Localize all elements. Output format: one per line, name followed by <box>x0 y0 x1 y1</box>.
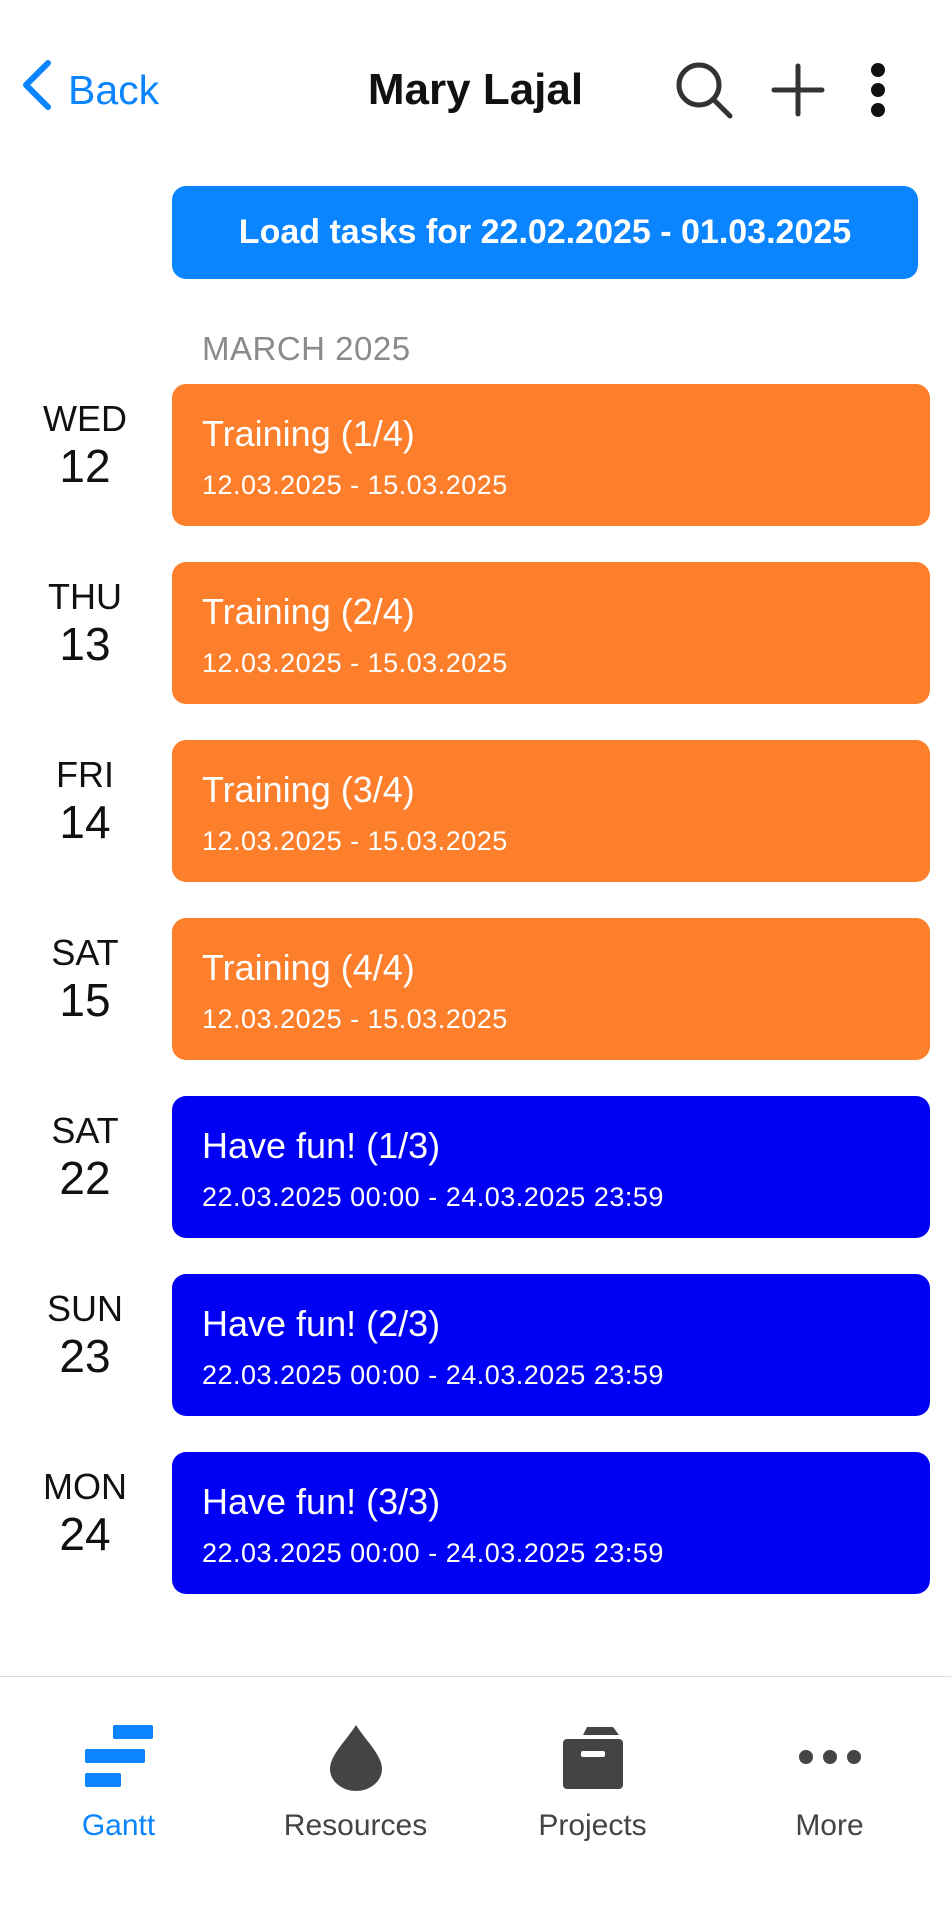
weekday: THU <box>48 576 122 617</box>
task-dates: 12.03.2025 - 15.03.2025 <box>202 1004 508 1034</box>
weekday: FRI <box>56 754 114 795</box>
ellipsis-icon <box>711 1721 948 1793</box>
task-row: FRI 14 Training (3/4) 12.03.2025 - 15.03… <box>0 740 951 882</box>
task-card[interactable]: Training (3/4) 12.03.2025 - 15.03.2025 <box>172 740 930 882</box>
task-row: SUN 23 Have fun! (2/3) 22.03.2025 00:00 … <box>0 1274 951 1416</box>
task-dates: 22.03.2025 00:00 - 24.03.2025 23:59 <box>202 1182 664 1212</box>
tab-projects[interactable]: Projects <box>474 1721 711 1843</box>
task-dates: 22.03.2025 00:00 - 24.03.2025 23:59 <box>202 1538 664 1568</box>
load-tasks-button[interactable]: Load tasks for 22.02.2025 - 01.03.2025 <box>172 186 918 279</box>
tab-label: Gantt <box>81 1809 156 1842</box>
day-number: 23 <box>59 1330 111 1382</box>
day-number: 24 <box>59 1508 111 1560</box>
gantt-icon <box>0 1721 237 1793</box>
weekday: SAT <box>51 1110 119 1151</box>
day-label: SAT 22 <box>20 1110 150 1204</box>
day-number: 15 <box>59 974 111 1026</box>
search-icon[interactable] <box>672 58 736 122</box>
archive-box-icon <box>474 1721 711 1793</box>
task-card[interactable]: Have fun! (1/3) 22.03.2025 00:00 - 24.03… <box>172 1096 930 1238</box>
task-row: THU 13 Training (2/4) 12.03.2025 - 15.03… <box>0 562 951 704</box>
task-card[interactable]: Training (2/4) 12.03.2025 - 15.03.2025 <box>172 562 930 704</box>
task-title: Training (1/4) <box>202 413 415 454</box>
task-title: Have fun! (2/3) <box>202 1303 441 1344</box>
nav-header: Back Mary Lajal <box>0 0 951 170</box>
task-row: MON 24 Have fun! (3/3) 22.03.2025 00:00 … <box>0 1452 951 1594</box>
page-title-text: Mary Lajal <box>367 65 584 114</box>
task-dates: 12.03.2025 - 15.03.2025 <box>202 470 508 500</box>
task-card[interactable]: Training (4/4) 12.03.2025 - 15.03.2025 <box>172 918 930 1060</box>
weekday: MON <box>43 1466 127 1507</box>
bottom-tab-bar: Gantt Resources Projects More <box>0 1676 951 1924</box>
task-card[interactable]: Have fun! (2/3) 22.03.2025 00:00 - 24.03… <box>172 1274 930 1416</box>
task-dates: 22.03.2025 00:00 - 24.03.2025 23:59 <box>202 1360 664 1390</box>
day-label: SUN 23 <box>20 1288 150 1382</box>
weekday: WED <box>43 398 127 439</box>
task-card[interactable]: Have fun! (3/3) 22.03.2025 00:00 - 24.03… <box>172 1452 930 1594</box>
task-row: SAT 15 Training (4/4) 12.03.2025 - 15.03… <box>0 918 951 1060</box>
day-number: 22 <box>59 1152 111 1204</box>
day-label: FRI 14 <box>20 754 150 848</box>
day-number: 14 <box>59 796 111 848</box>
task-dates: 12.03.2025 - 15.03.2025 <box>202 648 508 678</box>
task-title: Have fun! (1/3) <box>202 1125 441 1166</box>
drop-icon <box>237 1721 474 1793</box>
day-label: THU 13 <box>20 576 150 670</box>
add-icon[interactable] <box>766 58 830 122</box>
task-row: SAT 22 Have fun! (1/3) 22.03.2025 00:00 … <box>0 1096 951 1238</box>
tab-label: More <box>795 1809 864 1842</box>
day-label: WED 12 <box>20 398 150 492</box>
month-section-header: MARCH 2025 <box>202 330 411 367</box>
day-number: 13 <box>59 618 111 670</box>
day-label: MON 24 <box>20 1466 150 1560</box>
task-dates: 12.03.2025 - 15.03.2025 <box>202 826 508 856</box>
task-title: Training (3/4) <box>202 769 415 810</box>
tab-gantt[interactable]: Gantt <box>0 1721 237 1843</box>
task-card[interactable]: Training (1/4) 12.03.2025 - 15.03.2025 <box>172 384 930 526</box>
task-title: Training (4/4) <box>202 947 415 988</box>
tab-label: Resources <box>283 1809 428 1842</box>
more-vertical-icon[interactable] <box>846 58 910 122</box>
tab-label: Projects <box>538 1809 647 1842</box>
day-label: SAT 15 <box>20 932 150 1026</box>
task-title: Training (2/4) <box>202 591 415 632</box>
day-number: 12 <box>59 440 111 492</box>
task-row: WED 12 Training (1/4) 12.03.2025 - 15.03… <box>0 384 951 526</box>
weekday: SAT <box>51 932 119 973</box>
weekday: SUN <box>46 1288 123 1329</box>
gantt-screen: Back Mary Lajal Load tasks for 22.02.202… <box>0 0 951 1924</box>
tab-resources[interactable]: Resources <box>237 1721 474 1843</box>
tab-more[interactable]: More <box>711 1721 948 1843</box>
task-title: Have fun! (3/3) <box>202 1481 441 1522</box>
